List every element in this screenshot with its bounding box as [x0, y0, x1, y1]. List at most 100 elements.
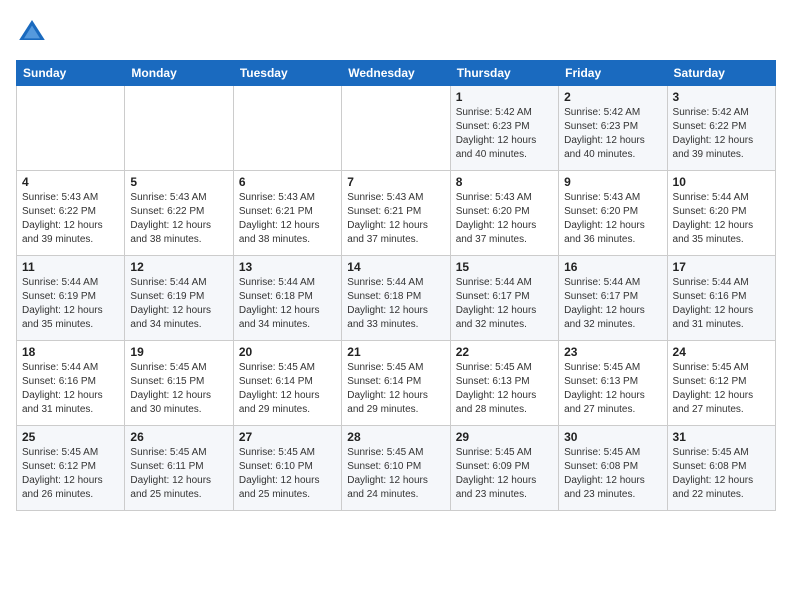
day-info: Sunrise: 5:45 AMSunset: 6:10 PMDaylight:… [239, 446, 336, 502]
calendar-cell: 5Sunrise: 5:43 AMSunset: 6:22 PMDaylight… [125, 171, 233, 256]
day-info: Sunrise: 5:43 AMSunset: 6:22 PMDaylight:… [130, 191, 227, 247]
calendar-cell: 11 Sunrise: 5:44 AMSunset: 6:19 PMDayligh… [17, 256, 125, 341]
day-info: Sunrise: 5:45 AMSunset: 6:11 PMDaylight:… [130, 446, 227, 502]
day-number: 11 [22, 260, 119, 274]
day-info: Sunrise: 5:44 AMSunset: 6:19 PMDaylight:… [22, 276, 119, 332]
day-number: 23 [564, 345, 661, 359]
calendar-cell: 1 Sunrise: 5:42 AMSunset: 6:23 PMDaylight… [450, 86, 558, 171]
logo-icon [16, 16, 48, 48]
day-number: 2 [564, 90, 661, 104]
calendar-cell: 12 Sunrise: 5:44 AMSunset: 6:19 PMDayligh… [125, 256, 233, 341]
day-info: Sunrise: 5:44 AMSunset: 6:16 PMDaylight:… [673, 276, 770, 332]
week-row-3: 11 Sunrise: 5:44 AMSunset: 6:19 PMDayligh… [17, 256, 776, 341]
calendar-cell: 21 Sunrise: 5:45 AMSunset: 6:14 PMDayligh… [342, 341, 450, 426]
calendar-cell: 6 Sunrise: 5:43 AMSunset: 6:21 PMDaylight… [233, 171, 341, 256]
header-row: SundayMondayTuesdayWednesdayThursdayFrid… [17, 61, 776, 86]
day-number: 22 [456, 345, 553, 359]
calendar-cell: 31 Sunrise: 5:45 AMSunset: 6:08 PMDayligh… [667, 426, 775, 511]
day-info: Sunrise: 5:45 AMSunset: 6:10 PMDaylight:… [347, 446, 444, 502]
day-info: Sunrise: 5:45 AMSunset: 6:15 PMDaylight:… [130, 361, 227, 417]
calendar-cell: 29 Sunrise: 5:45 AMSunset: 6:09 PMDayligh… [450, 426, 558, 511]
calendar-cell: 18Sunrise: 5:44 AMSunset: 6:16 PMDayligh… [17, 341, 125, 426]
calendar-cell: 8Sunrise: 5:43 AMSunset: 6:20 PMDaylight… [450, 171, 558, 256]
day-info: Sunrise: 5:45 AMSunset: 6:13 PMDaylight:… [564, 361, 661, 417]
header-wednesday: Wednesday [342, 61, 450, 86]
day-info: Sunrise: 5:45 AMSunset: 6:09 PMDaylight:… [456, 446, 553, 502]
day-info: Sunrise: 5:42 AMSunset: 6:23 PMDaylight:… [456, 106, 553, 162]
day-info: Sunrise: 5:43 AMSunset: 6:22 PMDaylight:… [22, 191, 119, 247]
week-row-4: 18Sunrise: 5:44 AMSunset: 6:16 PMDayligh… [17, 341, 776, 426]
day-info: Sunrise: 5:45 AMSunset: 6:08 PMDaylight:… [564, 446, 661, 502]
header-thursday: Thursday [450, 61, 558, 86]
calendar-cell [125, 86, 233, 171]
day-number: 15 [456, 260, 553, 274]
day-info: Sunrise: 5:43 AMSunset: 6:20 PMDaylight:… [456, 191, 553, 247]
day-info: Sunrise: 5:44 AMSunset: 6:17 PMDaylight:… [564, 276, 661, 332]
day-info: Sunrise: 5:45 AMSunset: 6:14 PMDaylight:… [347, 361, 444, 417]
calendar-cell [17, 86, 125, 171]
calendar-cell [342, 86, 450, 171]
day-number: 26 [130, 430, 227, 444]
day-number: 4 [22, 175, 119, 189]
day-info: Sunrise: 5:44 AMSunset: 6:19 PMDaylight:… [130, 276, 227, 332]
calendar-cell: 20 Sunrise: 5:45 AMSunset: 6:14 PMDayligh… [233, 341, 341, 426]
day-number: 30 [564, 430, 661, 444]
day-number: 31 [673, 430, 770, 444]
calendar-cell: 24 Sunrise: 5:45 AMSunset: 6:12 PMDayligh… [667, 341, 775, 426]
calendar-cell: 25Sunrise: 5:45 AMSunset: 6:12 PMDayligh… [17, 426, 125, 511]
calendar-header: SundayMondayTuesdayWednesdayThursdayFrid… [17, 61, 776, 86]
calendar-cell: 2 Sunrise: 5:42 AMSunset: 6:23 PMDaylight… [559, 86, 667, 171]
day-number: 21 [347, 345, 444, 359]
day-number: 12 [130, 260, 227, 274]
day-number: 1 [456, 90, 553, 104]
calendar-cell: 4 Sunrise: 5:43 AMSunset: 6:22 PMDaylight… [17, 171, 125, 256]
day-info: Sunrise: 5:43 AMSunset: 6:21 PMDaylight:… [347, 191, 444, 247]
calendar-cell: 26 Sunrise: 5:45 AMSunset: 6:11 PMDayligh… [125, 426, 233, 511]
day-number: 28 [347, 430, 444, 444]
logo [16, 16, 52, 48]
day-number: 6 [239, 175, 336, 189]
day-number: 20 [239, 345, 336, 359]
calendar-cell: 13Sunrise: 5:44 AMSunset: 6:18 PMDayligh… [233, 256, 341, 341]
day-number: 3 [673, 90, 770, 104]
day-info: Sunrise: 5:43 AMSunset: 6:21 PMDaylight:… [239, 191, 336, 247]
day-info: Sunrise: 5:45 AMSunset: 6:14 PMDaylight:… [239, 361, 336, 417]
calendar-cell: 30 Sunrise: 5:45 AMSunset: 6:08 PMDayligh… [559, 426, 667, 511]
day-number: 17 [673, 260, 770, 274]
day-number: 27 [239, 430, 336, 444]
calendar-cell: 23 Sunrise: 5:45 AMSunset: 6:13 PMDayligh… [559, 341, 667, 426]
calendar-cell: 19 Sunrise: 5:45 AMSunset: 6:15 PMDayligh… [125, 341, 233, 426]
calendar-cell: 27 Sunrise: 5:45 AMSunset: 6:10 PMDayligh… [233, 426, 341, 511]
day-number: 24 [673, 345, 770, 359]
day-number: 16 [564, 260, 661, 274]
day-number: 19 [130, 345, 227, 359]
day-info: Sunrise: 5:43 AMSunset: 6:20 PMDaylight:… [564, 191, 661, 247]
header-saturday: Saturday [667, 61, 775, 86]
calendar-cell: 28 Sunrise: 5:45 AMSunset: 6:10 PMDayligh… [342, 426, 450, 511]
calendar-cell [233, 86, 341, 171]
calendar-body: 1 Sunrise: 5:42 AMSunset: 6:23 PMDaylight… [17, 86, 776, 511]
calendar-cell: 9 Sunrise: 5:43 AMSunset: 6:20 PMDaylight… [559, 171, 667, 256]
week-row-2: 4 Sunrise: 5:43 AMSunset: 6:22 PMDaylight… [17, 171, 776, 256]
day-number: 7 [347, 175, 444, 189]
calendar-cell: 10Sunrise: 5:44 AMSunset: 6:20 PMDayligh… [667, 171, 775, 256]
day-number: 25 [22, 430, 119, 444]
week-row-5: 25Sunrise: 5:45 AMSunset: 6:12 PMDayligh… [17, 426, 776, 511]
header-tuesday: Tuesday [233, 61, 341, 86]
day-info: Sunrise: 5:42 AMSunset: 6:23 PMDaylight:… [564, 106, 661, 162]
day-info: Sunrise: 5:44 AMSunset: 6:20 PMDaylight:… [673, 191, 770, 247]
day-info: Sunrise: 5:42 AMSunset: 6:22 PMDaylight:… [673, 106, 770, 162]
day-number: 9 [564, 175, 661, 189]
day-info: Sunrise: 5:44 AMSunset: 6:17 PMDaylight:… [456, 276, 553, 332]
day-info: Sunrise: 5:45 AMSunset: 6:08 PMDaylight:… [673, 446, 770, 502]
calendar-cell: 16 Sunrise: 5:44 AMSunset: 6:17 PMDayligh… [559, 256, 667, 341]
calendar-cell: 3 Sunrise: 5:42 AMSunset: 6:22 PMDaylight… [667, 86, 775, 171]
day-number: 29 [456, 430, 553, 444]
page-header [16, 16, 776, 48]
day-number: 14 [347, 260, 444, 274]
day-number: 13 [239, 260, 336, 274]
calendar-cell: 14Sunrise: 5:44 AMSunset: 6:18 PMDayligh… [342, 256, 450, 341]
calendar-cell: 22Sunrise: 5:45 AMSunset: 6:13 PMDayligh… [450, 341, 558, 426]
day-info: Sunrise: 5:45 AMSunset: 6:12 PMDaylight:… [673, 361, 770, 417]
header-friday: Friday [559, 61, 667, 86]
